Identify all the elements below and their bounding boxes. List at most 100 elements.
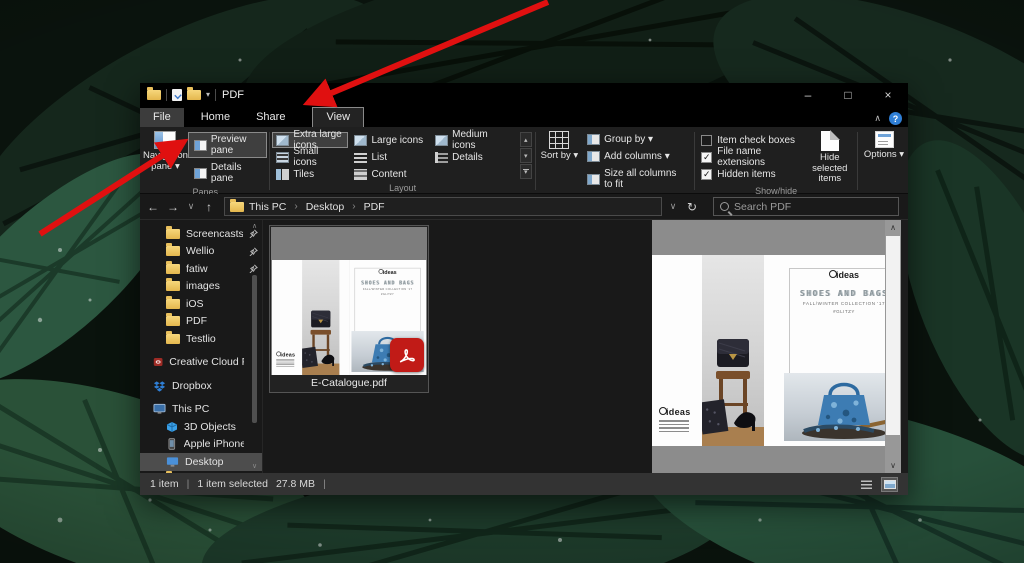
add-columns-icon <box>587 151 600 162</box>
hide-selected-items-button[interactable]: Hide selected items <box>804 129 855 185</box>
address-bar[interactable]: This PC › Desktop › PDF <box>224 197 662 216</box>
sidebar-item-pdf[interactable]: PDF <box>140 313 262 331</box>
scroll-down-icon[interactable]: ∨ <box>885 458 901 473</box>
layout-small-icons[interactable]: Small icons <box>272 149 348 165</box>
dropbox-icon <box>153 380 166 392</box>
recent-locations-icon[interactable]: ∨ <box>184 201 198 212</box>
sidebar-item-images[interactable]: images <box>140 278 262 296</box>
sidebar-item-ios[interactable]: iOS <box>140 295 262 313</box>
help-icon[interactable]: ? <box>889 112 902 125</box>
pdf-file-type-badge <box>390 338 424 372</box>
layout-content[interactable]: Content <box>350 166 429 182</box>
sidebar-item-desktop[interactable]: Desktop <box>140 453 262 471</box>
sidebar-item-3d-objects[interactable]: 3D Objects <box>140 418 262 436</box>
left-page-photo <box>702 255 764 446</box>
add-columns-button[interactable]: Add columns ▾ <box>581 149 692 164</box>
sidebar-item-wellio[interactable]: Wellio <box>140 243 262 261</box>
preview-pane-button[interactable]: Preview pane <box>188 132 268 158</box>
sidebar-item-fatiw[interactable]: fatiw <box>140 260 262 278</box>
creative-cloud-icon <box>153 356 163 368</box>
layout-details[interactable]: Details <box>431 149 518 165</box>
layout-list[interactable]: List <box>350 149 429 165</box>
qat-dropdown-icon[interactable]: ▾ <box>206 91 210 99</box>
tab-home[interactable]: Home <box>188 108 243 127</box>
gallery-scroll-up-button[interactable]: ▴ <box>520 132 532 147</box>
group-by-button[interactable]: Group by ▾ <box>581 132 692 147</box>
new-folder-icon[interactable] <box>187 90 201 100</box>
navigation-pane-button[interactable]: Navigation pane ▾ <box>143 129 188 172</box>
scroll-up-icon[interactable]: ∧ <box>885 220 901 235</box>
desktop-icon <box>166 456 179 468</box>
file-list-area[interactable]: ideas ideas SHOES AND BAGS FALL/WINTER C… <box>262 220 652 473</box>
ribbon-group-panes: Navigation pane ▾ Preview pane Details p… <box>143 129 267 193</box>
sidebar-scrollbar[interactable]: ∧ ∨ <box>251 223 258 470</box>
pdf-thumbnail: ideas ideas SHOES AND BAGS FALL/WINTER C… <box>271 227 427 375</box>
search-box[interactable] <box>713 197 899 216</box>
ribbon: Navigation pane ▾ Preview pane Details p… <box>140 127 908 194</box>
scrollbar-thumb[interactable] <box>886 236 900 435</box>
sidebar-item-screencasts[interactable]: Screencasts <box>140 225 262 243</box>
hidden-items-checkbox[interactable]: Hidden items <box>697 166 804 182</box>
right-page-photo <box>784 373 885 441</box>
refresh-icon[interactable]: ↻ <box>683 200 701 214</box>
sidebar-item-creative-cloud-files[interactable]: Creative Cloud Files <box>140 354 262 372</box>
list-view-icon <box>861 480 872 489</box>
group-separator <box>857 132 858 190</box>
ribbon-group-layout: Extra large icons Small icons Tiles Larg… <box>272 129 532 193</box>
minimize-button[interactable]: – <box>788 83 828 107</box>
qat-divider <box>215 89 216 101</box>
tab-file[interactable]: File <box>140 108 184 127</box>
size-columns-icon <box>587 174 600 185</box>
sidebar-item-documents[interactable]: Documents <box>140 471 262 474</box>
scroll-down-icon[interactable]: ∨ <box>251 463 258 470</box>
title-bar[interactable]: ▾ PDF – □ × <box>140 83 908 107</box>
sort-by-button[interactable]: Sort by ▾ <box>538 129 581 162</box>
scrollbar-thumb[interactable] <box>252 275 257 423</box>
scroll-up-icon[interactable]: ∧ <box>251 223 258 230</box>
close-button[interactable]: × <box>868 83 908 107</box>
options-button[interactable]: Options ▾ <box>860 129 908 161</box>
maximize-button[interactable]: □ <box>828 83 868 107</box>
back-icon[interactable]: ← <box>144 200 162 214</box>
forward-icon[interactable]: → <box>164 200 182 214</box>
left-page-photo <box>302 260 339 375</box>
list-icon <box>354 152 367 163</box>
thumbnail-view-toggle[interactable] <box>881 477 898 492</box>
tab-share[interactable]: Share <box>243 108 298 127</box>
breadcrumb-desktop[interactable]: Desktop <box>306 201 345 213</box>
navigation-pane-icon <box>154 131 176 149</box>
status-bar: 1 item | 1 item selected 27.8 MB | <box>140 473 908 495</box>
breadcrumb-this-pc[interactable]: This PC <box>249 201 286 213</box>
up-icon[interactable]: ↑ <box>200 200 218 214</box>
details-view-toggle[interactable] <box>858 477 875 492</box>
address-dropdown-icon[interactable]: ∨ <box>666 201 680 212</box>
file-name[interactable]: E-Catalogue.pdf <box>271 375 427 391</box>
layout-tiles[interactable]: Tiles <box>272 166 348 182</box>
sidebar-item-testlio[interactable]: Testlio <box>140 330 262 348</box>
layout-gallery: Extra large icons Small icons Tiles Larg… <box>272 129 517 182</box>
preview-scrollbar[interactable]: ∧ ∨ <box>885 220 901 473</box>
gallery-scroll-down-button[interactable]: ▾ <box>520 148 532 163</box>
details-pane-button[interactable]: Details pane <box>188 160 268 186</box>
sidebar-item-apple-iphone[interactable]: Apple iPhone <box>140 436 262 454</box>
address-bar-row: ← → ∨ ↑ This PC › Desktop › PDF ∨ ↻ <box>140 194 908 219</box>
hide-selected-items-icon <box>821 131 839 151</box>
sidebar-item-dropbox[interactable]: Dropbox <box>140 377 262 395</box>
qat-divider <box>166 89 167 101</box>
collapse-ribbon-icon[interactable]: ∧ <box>874 113 881 124</box>
tab-view[interactable]: View <box>312 107 364 127</box>
layout-large-icons[interactable]: Large icons <box>350 132 429 148</box>
search-input[interactable] <box>734 201 892 213</box>
details-pane-icon <box>194 168 207 179</box>
layout-medium-icons[interactable]: Medium icons <box>431 132 518 148</box>
properties-icon[interactable] <box>172 89 182 101</box>
breadcrumb-pdf[interactable]: PDF <box>364 201 385 213</box>
file-item-e-catalogue[interactable]: ideas ideas SHOES AND BAGS FALL/WINTER C… <box>269 225 429 393</box>
gallery-more-button[interactable]: ▾ <box>520 164 532 179</box>
navigation-pane: Screencasts Wellio fatiw images iOS <box>140 220 262 473</box>
sort-by-icon <box>549 131 569 149</box>
sidebar-item-this-pc[interactable]: This PC <box>140 401 262 419</box>
file-name-extensions-checkbox[interactable]: File name extensions <box>697 149 804 165</box>
folder-icon <box>166 334 180 344</box>
size-all-columns-button[interactable]: Size all columns to fit <box>581 166 692 192</box>
